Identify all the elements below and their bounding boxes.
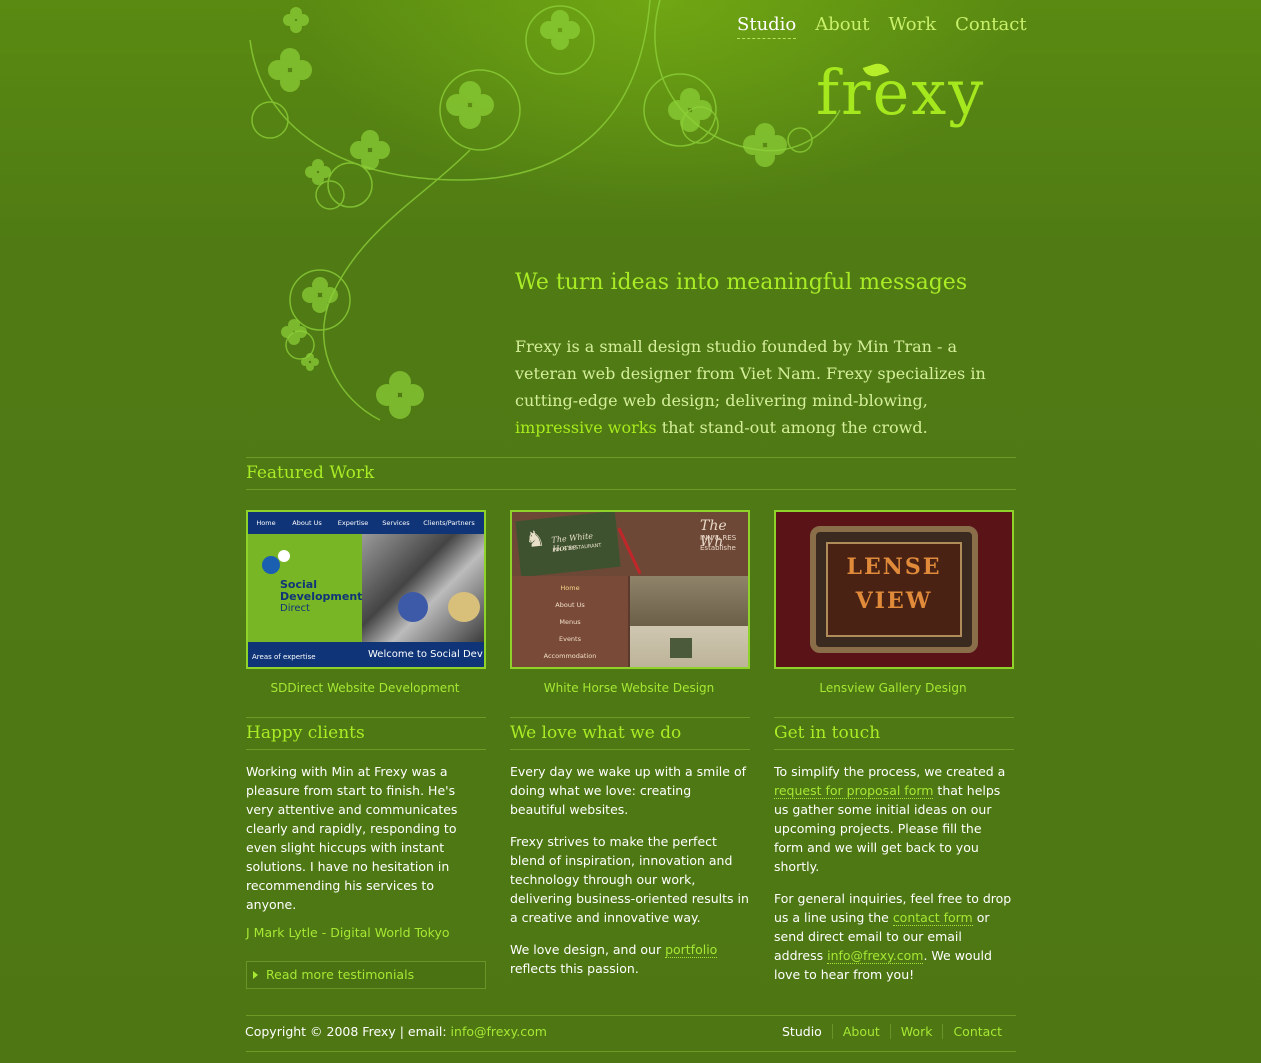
text: reflects this passion.	[510, 961, 639, 976]
thumb-tag: ♞ The White Horse INN & RESTAURANT	[515, 512, 621, 578]
top-nav: Studio About Work Contact	[737, 14, 1027, 39]
thumb-sign-line: VIEW	[855, 588, 933, 614]
divider	[246, 457, 1016, 458]
intro-heading: We turn ideas into meaningful messages	[515, 270, 968, 295]
horse-icon: ♞	[524, 526, 547, 554]
email-link[interactable]: info@frexy.com	[827, 948, 924, 964]
intro-text: Frexy is a small design studio founded b…	[515, 333, 1015, 441]
impressive-works-link[interactable]: impressive works	[515, 418, 657, 437]
thumb-frame: LENSE VIEW	[810, 526, 978, 653]
footer-nav-contact[interactable]: Contact	[942, 1024, 1012, 1039]
thumb-menu-item: About Us	[555, 601, 585, 609]
featured-work-heading: Featured Work	[246, 463, 375, 483]
portfolio-link[interactable]: portfolio	[665, 942, 718, 958]
thumb-footer-right: Welcome to Social Dev	[368, 649, 483, 660]
divider	[774, 749, 1014, 750]
thumb-photo-detail	[448, 592, 480, 622]
thumb-green-panel: Social Development Direct	[248, 534, 362, 642]
footer-nav-studio[interactable]: Studio	[772, 1024, 832, 1039]
intro-text-part: Frexy is a small design studio founded b…	[515, 337, 986, 410]
nav-about[interactable]: About	[815, 14, 869, 39]
thumb-nav-bar: Home About Us Expertise Services Clients…	[248, 512, 484, 534]
thumb-photo-detail	[398, 592, 428, 622]
divider	[774, 717, 1014, 718]
divider	[246, 1015, 1016, 1016]
paragraph: We love design, and our portfolio reflec…	[510, 940, 750, 978]
thumb-logo-line: Development	[280, 590, 363, 603]
happy-clients-column: Working with Min at Frexy was a pleasure…	[246, 762, 486, 955]
proposal-form-link[interactable]: request for proposal form	[774, 783, 934, 799]
thumb-nav-item: Services	[382, 519, 410, 527]
thumb-sign: LENSE VIEW	[826, 542, 962, 637]
thumb-logo-line: Direct	[280, 603, 310, 614]
paragraph: For general inquiries, feel free to drop…	[774, 889, 1014, 984]
thumb-nav-item: Clients/Partners	[423, 519, 475, 527]
nav-studio[interactable]: Studio	[737, 14, 797, 39]
we-love-heading: We love what we do	[510, 723, 682, 743]
thumb-caption[interactable]: Lensview Gallery Design	[773, 681, 1013, 695]
footer-nav-work[interactable]: Work	[889, 1024, 943, 1039]
text: To simplify the process, we created a	[774, 764, 1006, 779]
divider	[246, 717, 486, 718]
featured-thumb-lensview[interactable]: LENSE VIEW	[774, 510, 1014, 669]
thumb-menu-item: Home	[560, 584, 580, 592]
happy-clients-heading: Happy clients	[246, 723, 365, 743]
divider	[510, 749, 750, 750]
read-more-testimonials-button[interactable]: Read more testimonials	[246, 961, 486, 989]
thumb-photo	[630, 576, 748, 667]
thumb-menu-item: Menus	[559, 618, 581, 626]
paragraph: To simplify the process, we created a re…	[774, 762, 1014, 876]
read-more-label: Read more testimonials	[266, 967, 415, 982]
copyright: Copyright © 2008 Frexy | email: info@fre…	[245, 1024, 547, 1039]
footer-nav: Studio About Work Contact	[772, 1024, 1012, 1039]
thumb-photo	[362, 534, 484, 642]
thumb-menu-item: Events	[558, 635, 581, 643]
thumb-header-right-sub: INN & RES	[700, 534, 737, 542]
arrow-right-icon	[253, 971, 258, 979]
thumb-figure-icon	[262, 556, 280, 574]
footer-email-link[interactable]: info@frexy.com	[451, 1024, 547, 1039]
paragraph: Frexy strives to make the perfect blend …	[510, 834, 749, 925]
nav-work[interactable]: Work	[888, 14, 936, 39]
thumb-figure-icon	[278, 550, 290, 562]
thumb-nav-item: Home	[256, 519, 276, 527]
thumb-footer-left: Areas of expertise	[252, 653, 316, 661]
thumb-menu: Home About Us Menus Events Accommodation	[512, 576, 628, 667]
contact-form-link[interactable]: contact form	[892, 910, 973, 926]
thumb-caption[interactable]: SDDirect Website Development	[245, 681, 485, 695]
paragraph: Every day we wake up with a smile of doi…	[510, 764, 746, 817]
thumb-menu-item: Accommodation	[543, 652, 597, 660]
thumb-header-right-sub2: Establishe	[700, 544, 736, 552]
intro-text-part: that stand-out among the crowd.	[656, 418, 928, 437]
thumb-nav-item: Expertise	[337, 519, 369, 527]
featured-thumb-whitehorse[interactable]: ♞ The White Horse INN & RESTAURANT The W…	[510, 510, 750, 669]
footer-nav-about[interactable]: About	[831, 1024, 890, 1039]
copyright-text: Copyright © 2008 Frexy | email:	[245, 1024, 451, 1039]
thumb-nav-item: About Us	[292, 519, 322, 527]
thumb-sign-line: LENSE	[846, 554, 942, 580]
featured-thumb-sddirect[interactable]: Home About Us Expertise Services Clients…	[246, 510, 486, 669]
divider	[246, 1051, 1016, 1052]
logo[interactable]: frexy	[816, 60, 985, 124]
we-love-column: Every day we wake up with a smile of doi…	[510, 762, 750, 991]
logo-text: frexy	[816, 56, 986, 129]
thumb-photo-detail	[670, 638, 692, 658]
divider	[510, 717, 750, 718]
testimonial-quote: Working with Min at Frexy was a pleasure…	[246, 764, 458, 912]
thumb-caption[interactable]: White Horse Website Design	[509, 681, 749, 695]
get-in-touch-column: To simplify the process, we created a re…	[774, 762, 1014, 997]
nav-contact[interactable]: Contact	[955, 14, 1026, 39]
get-in-touch-heading: Get in touch	[774, 723, 881, 743]
testimonial-author: J Mark Lytle - Digital World Tokyo	[246, 925, 450, 940]
text: We love design, and our	[510, 942, 666, 957]
divider	[246, 749, 486, 750]
divider	[246, 489, 1016, 490]
thumb-footer-bar: Areas of expertise Welcome to Social Dev	[248, 642, 484, 667]
